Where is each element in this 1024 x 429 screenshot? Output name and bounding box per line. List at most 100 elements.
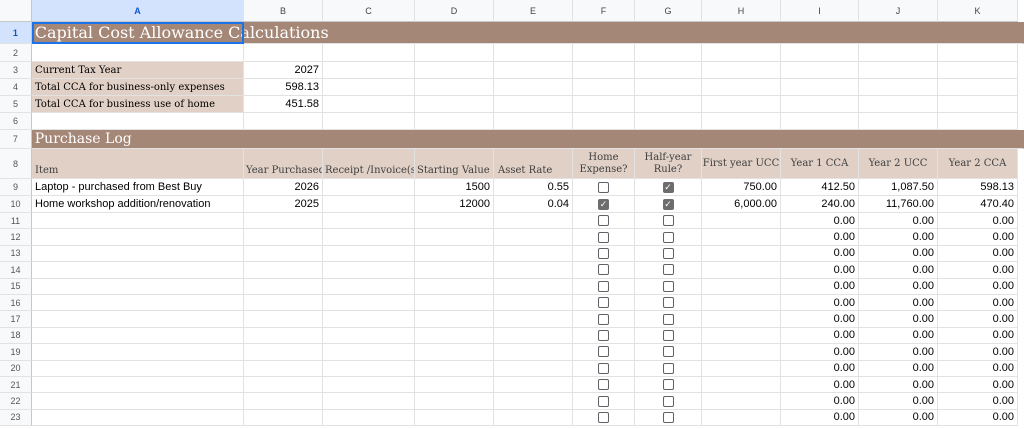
calc-cell[interactable]: 0.00 [859,262,938,279]
calc-cell[interactable]: 0.00 [859,393,938,410]
cell[interactable] [244,327,323,345]
calc-cell[interactable]: 0.00 [938,278,1018,295]
cell[interactable] [938,79,1018,96]
half-year-checkbox[interactable]: ✓ [662,181,674,193]
cell[interactable] [494,409,573,427]
purchase-receipt[interactable] [323,196,415,213]
first-year-ucc-value[interactable]: 750.00 [702,179,781,196]
row-header[interactable]: 10 [0,196,32,213]
cell[interactable] [781,79,859,96]
cell[interactable] [702,344,781,361]
calc-cell[interactable]: 0.00 [859,311,938,328]
row-header[interactable]: 16 [0,295,32,312]
calc-cell[interactable]: 0.00 [938,377,1018,394]
cell[interactable] [32,245,244,263]
calc-cell[interactable]: 0.00 [938,295,1018,312]
calc-cell[interactable]: 0.00 [781,262,859,279]
cell[interactable] [32,327,244,345]
cell[interactable] [323,295,415,312]
year1-cca-value[interactable]: 240.00 [781,196,859,213]
cell[interactable] [702,213,781,230]
cell[interactable] [32,295,244,312]
cell[interactable] [323,96,415,113]
header-year2-cca[interactable]: Year 2 CCA [938,149,1018,179]
row-header[interactable]: 6 [0,113,32,130]
half-year-checkbox[interactable] [662,411,674,423]
row-header[interactable]: 18 [0,327,32,345]
cell[interactable] [859,44,938,62]
calc-cell[interactable]: 0.00 [938,360,1018,377]
cell[interactable] [32,393,244,410]
header-receipt[interactable]: Receipt /Invoice(s) [323,149,415,179]
cell[interactable] [702,311,781,328]
cell[interactable] [323,311,415,328]
cell[interactable] [244,213,323,230]
header-starting-value[interactable]: Starting Value [415,149,494,179]
cell[interactable] [494,79,573,96]
cell[interactable] [323,344,415,361]
cell[interactable] [494,327,573,345]
cell[interactable] [635,96,702,113]
cell[interactable] [323,393,415,410]
column-header-c[interactable]: C [323,0,415,22]
row-header[interactable]: 13 [0,245,32,263]
cell[interactable] [494,377,573,394]
cell[interactable] [415,360,494,377]
home-expense-checkbox[interactable] [598,297,609,309]
cell[interactable] [323,327,415,345]
cell[interactable] [244,377,323,394]
calc-cell[interactable]: 0.00 [781,327,859,345]
home-expense-checkbox[interactable] [598,215,609,227]
cell[interactable] [702,262,781,279]
cell[interactable] [415,393,494,410]
cell[interactable] [494,44,573,62]
cell[interactable] [573,113,635,130]
sheet-title[interactable]: Capital Cost Allowance Calculations [31,22,1024,44]
row-header[interactable]: 11 [0,213,32,230]
business-cca-label[interactable]: Total CCA for business-only expenses [32,79,244,96]
row-header[interactable]: 22 [0,393,32,410]
cell[interactable] [702,229,781,246]
cell[interactable] [32,262,244,279]
column-header-a[interactable]: A [32,0,244,22]
calc-cell[interactable]: 0.00 [781,213,859,230]
home-expense-checkbox[interactable] [598,411,609,423]
cell[interactable] [415,311,494,328]
cell[interactable] [494,113,573,130]
purchase-item[interactable]: Laptop - purchased from Best Buy [32,179,244,196]
header-year-purchased[interactable]: Year Purchased [244,149,323,179]
home-expense-checkbox[interactable]: ✓ [598,198,609,210]
column-header-e[interactable]: E [494,0,573,22]
column-header-h[interactable]: H [702,0,781,22]
cell[interactable] [323,229,415,246]
home-expense-checkbox[interactable] [598,329,609,341]
calc-cell[interactable]: 0.00 [859,213,938,230]
home-expense-checkbox[interactable] [598,181,609,193]
cell[interactable] [494,295,573,312]
cell[interactable] [635,44,702,62]
cell[interactable] [244,409,323,427]
calc-cell[interactable]: 0.00 [938,213,1018,230]
cell[interactable] [323,44,415,62]
cell[interactable] [244,44,323,62]
year2-cca-value[interactable]: 470.40 [938,196,1018,213]
cell[interactable] [635,62,702,79]
column-header-d[interactable]: D [415,0,494,22]
cell[interactable] [32,377,244,394]
cell[interactable] [494,96,573,113]
purchase-asset-rate[interactable]: 0.04 [494,196,573,213]
cell[interactable] [702,44,781,62]
calc-cell[interactable]: 0.00 [781,393,859,410]
cell[interactable] [323,79,415,96]
cell[interactable] [32,213,244,230]
calc-cell[interactable]: 0.00 [938,344,1018,361]
calc-cell[interactable]: 0.00 [938,311,1018,328]
row-header[interactable]: 23 [0,409,32,427]
calc-cell[interactable]: 0.00 [938,262,1018,279]
calc-cell[interactable]: 0.00 [781,295,859,312]
home-expense-checkbox[interactable] [598,346,609,358]
cell[interactable] [573,62,635,79]
cell[interactable] [244,393,323,410]
cell[interactable] [415,377,494,394]
calc-cell[interactable]: 0.00 [859,278,938,295]
